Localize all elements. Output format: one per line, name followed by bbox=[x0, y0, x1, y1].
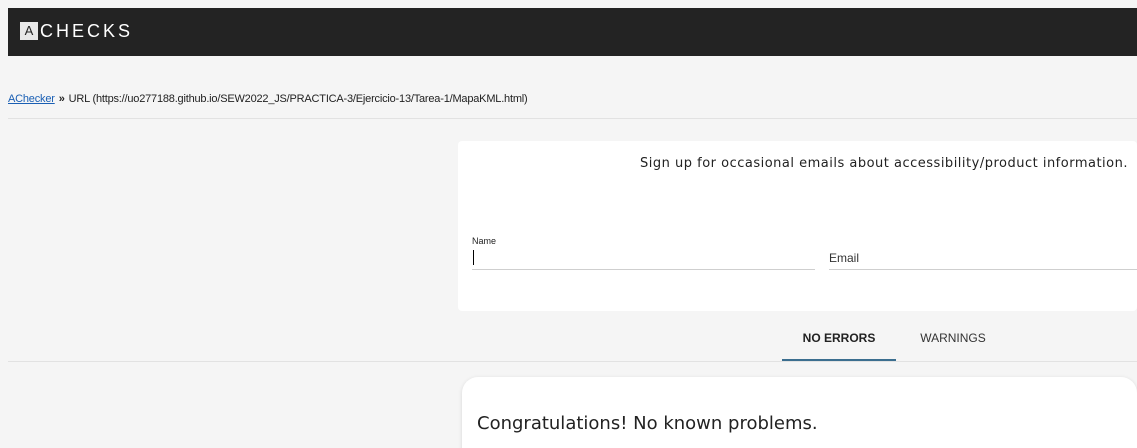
result-message: Congratulations! No known problems. bbox=[477, 413, 818, 434]
brand-name[interactable]: CHECKS bbox=[40, 20, 133, 42]
name-input[interactable] bbox=[472, 247, 815, 270]
breadcrumb: AChecker» URL (https://uo277188.github.io… bbox=[8, 93, 528, 105]
breadcrumb-separator-icon: » bbox=[58, 93, 65, 105]
breadcrumb-current: URL (https://uo277188.github.io/SEW2022_… bbox=[68, 93, 528, 105]
signup-form: Sign up for occasional emails about acce… bbox=[458, 141, 1137, 311]
divider bbox=[8, 361, 1137, 362]
results-tabs: NO ERRORS WARNINGS bbox=[782, 325, 1137, 361]
email-label: Email bbox=[829, 251, 860, 265]
email-input[interactable] bbox=[829, 247, 1137, 270]
top-navbar: A CHECKS bbox=[8, 8, 1137, 56]
name-label: Name bbox=[472, 236, 497, 246]
result-card: Congratulations! No known problems. bbox=[462, 377, 1137, 448]
tab-warnings[interactable]: WARNINGS bbox=[903, 325, 1003, 361]
signup-message: Sign up for occasional emails about acce… bbox=[640, 156, 1128, 171]
breadcrumb-link-achecker[interactable]: AChecker bbox=[8, 93, 55, 105]
divider bbox=[8, 118, 1137, 119]
logo-icon[interactable]: A bbox=[20, 22, 38, 40]
tab-no-errors[interactable]: NO ERRORS bbox=[782, 325, 896, 361]
text-caret bbox=[473, 250, 474, 265]
